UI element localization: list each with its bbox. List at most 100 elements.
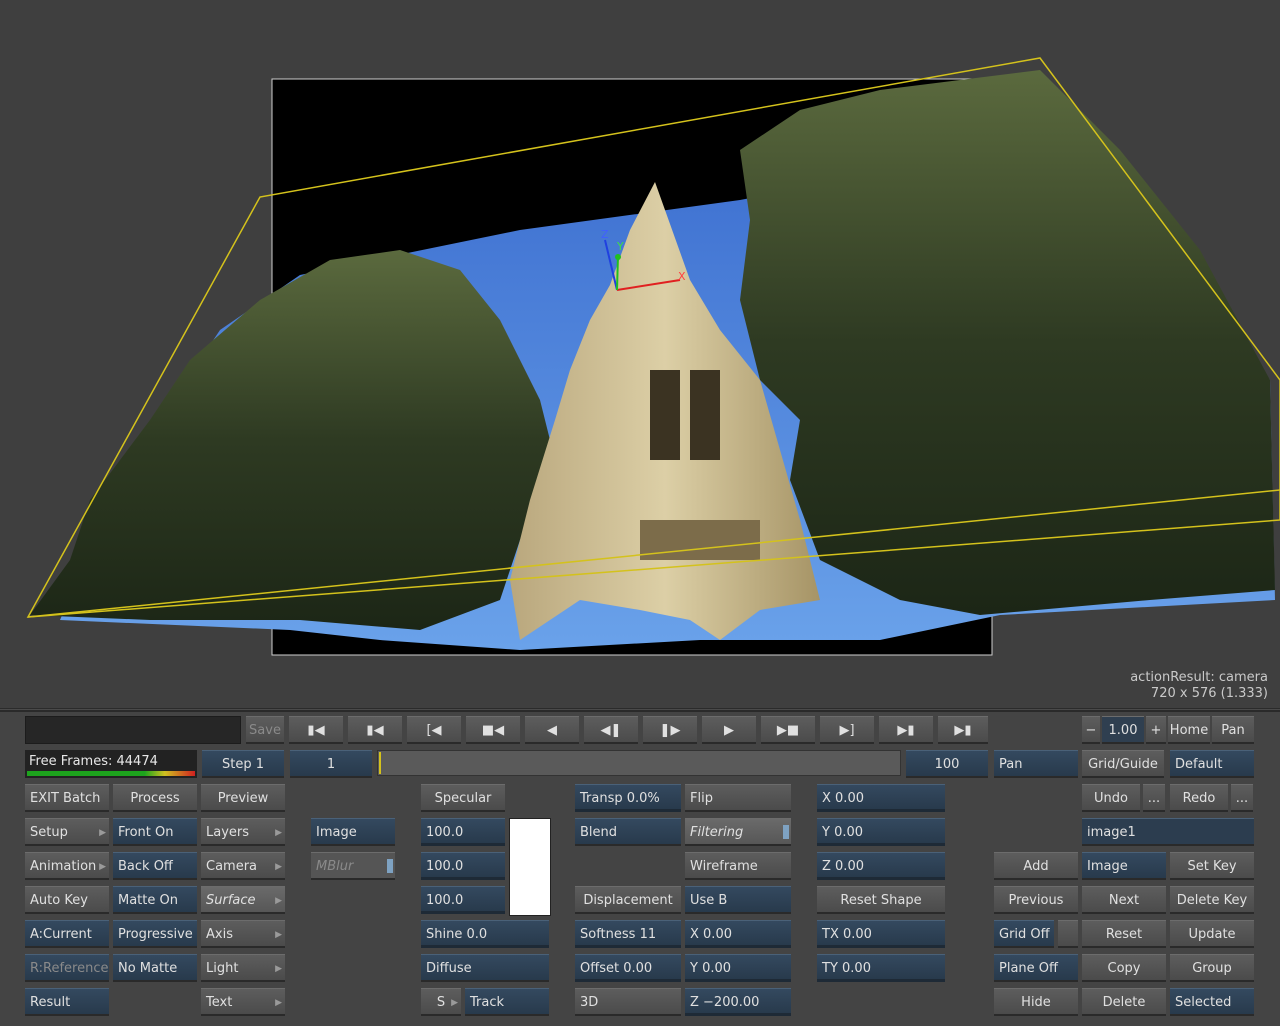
specular-blue-field[interactable]: 100.0 (421, 886, 505, 914)
filtering-button[interactable]: Filtering (685, 818, 791, 846)
transparency-field[interactable]: Transp 0.0% (575, 784, 681, 812)
prev-key-button[interactable]: ▮◀ (348, 716, 402, 744)
play-button[interactable]: ▶ (702, 716, 756, 744)
next-button[interactable]: Next (1082, 886, 1166, 914)
tx-field[interactable]: TX 0.00 (817, 920, 945, 948)
blend-button[interactable]: Blend (575, 818, 681, 846)
grid-toggle[interactable] (1058, 920, 1078, 948)
home-button[interactable]: Home (1168, 716, 1210, 744)
s-button[interactable]: S (421, 988, 461, 1016)
zoom-out-button[interactable]: − (1082, 716, 1100, 744)
r-reference-button[interactable]: R:Reference (25, 954, 109, 982)
rewind-button[interactable]: ■◀ (466, 716, 520, 744)
prev-mark-button[interactable]: [◀ (407, 716, 461, 744)
offset-field[interactable]: Offset 0.00 (575, 954, 681, 982)
softness-field[interactable]: Softness 11 (575, 920, 681, 948)
redo-more-button[interactable]: ... (1231, 784, 1253, 812)
position-y-field[interactable]: Y 0.00 (817, 818, 945, 846)
image-source-button[interactable]: Image (311, 818, 395, 846)
zoom-field[interactable]: 1.00 (1102, 716, 1144, 744)
undo-button[interactable]: Undo (1082, 784, 1140, 812)
back-off-button[interactable]: Back Off (113, 852, 197, 880)
position-z-field[interactable]: Z 0.00 (817, 852, 945, 880)
displacement-x-field[interactable]: X 0.00 (685, 920, 791, 948)
3d-button[interactable]: 3D (575, 988, 681, 1016)
last-frame-button[interactable]: ▶▮ (938, 716, 988, 744)
gizmo-y-label: Y (616, 240, 624, 253)
animation-button[interactable]: Animation (25, 852, 109, 880)
step-back-button[interactable]: ◀❚ (584, 716, 638, 744)
scene-canvas[interactable]: Z Y X (0, 0, 1280, 708)
specular-red-field[interactable]: 100.0 (421, 818, 505, 846)
pan-button[interactable]: Pan (994, 750, 1078, 778)
default-button[interactable]: Default (1170, 750, 1254, 778)
camera-button[interactable]: Camera (201, 852, 285, 880)
surface-button[interactable]: Surface (201, 886, 285, 914)
specular-color-swatch[interactable] (509, 818, 551, 916)
auto-key-button[interactable]: Auto Key (25, 886, 109, 914)
fast-forward-button[interactable]: ▶■ (761, 716, 815, 744)
progressive-button[interactable]: Progressive (113, 920, 197, 948)
axis-button[interactable]: Axis (201, 920, 285, 948)
shine-field[interactable]: Shine 0.0 (421, 920, 549, 948)
result-button[interactable]: Result (25, 988, 109, 1016)
step-button[interactable]: Step 1 (202, 750, 284, 778)
timeline-bar[interactable] (377, 750, 901, 776)
end-frame-field[interactable]: 100 (906, 750, 988, 778)
ty-field[interactable]: TY 0.00 (817, 954, 945, 982)
process-button[interactable]: Process (113, 784, 197, 812)
viewport[interactable]: Z Y X actionResult: camera 720 x 576 (1.… (0, 0, 1280, 709)
hide-button[interactable]: Hide (994, 988, 1078, 1016)
grid-guide-button[interactable]: Grid/Guide (1082, 750, 1164, 778)
step-forward-button[interactable]: ❚▶ (643, 716, 697, 744)
save-button[interactable]: Save (246, 716, 284, 744)
track-button[interactable]: Track (465, 988, 549, 1016)
diffuse-button[interactable]: Diffuse (421, 954, 549, 982)
copy-button[interactable]: Copy (1082, 954, 1166, 982)
selected-button[interactable]: Selected (1170, 988, 1254, 1016)
displacement-button[interactable]: Displacement (575, 886, 681, 914)
reset-button[interactable]: Reset (1082, 920, 1166, 948)
flip-button[interactable]: Flip (685, 784, 791, 812)
plane-off-button[interactable]: Plane Off (994, 954, 1078, 982)
matte-on-button[interactable]: Matte On (113, 886, 197, 914)
position-x-field[interactable]: X 0.00 (817, 784, 945, 812)
a-current-button[interactable]: A:Current (25, 920, 109, 948)
group-button[interactable]: Group (1170, 954, 1254, 982)
mblur-button[interactable]: MBlur (311, 852, 395, 880)
zoom-in-button[interactable]: + (1146, 716, 1166, 744)
displacement-z-field[interactable]: Z −200.00 (685, 988, 791, 1016)
specular-button[interactable]: Specular (421, 784, 505, 812)
timeline-cursor[interactable] (379, 752, 381, 774)
light-button[interactable]: Light (201, 954, 285, 982)
setup-button[interactable]: Setup (25, 818, 109, 846)
use-b-button[interactable]: Use B (685, 886, 791, 914)
node-name-field[interactable]: image1 (1082, 818, 1254, 846)
set-key-button[interactable]: Set Key (1170, 852, 1254, 880)
image-key-button[interactable]: Image (1082, 852, 1166, 880)
reset-shape-button[interactable]: Reset Shape (817, 886, 945, 914)
front-on-button[interactable]: Front On (113, 818, 197, 846)
next-mark-button[interactable]: ▶] (820, 716, 874, 744)
play-reverse-button[interactable]: ◀ (525, 716, 579, 744)
exit-batch-button[interactable]: EXIT Batch (25, 784, 109, 812)
displacement-y-field[interactable]: Y 0.00 (685, 954, 791, 982)
previous-button[interactable]: Previous (994, 886, 1078, 914)
grid-off-button[interactable]: Grid Off (994, 920, 1054, 948)
wireframe-button[interactable]: Wireframe (685, 852, 791, 880)
specular-green-field[interactable]: 100.0 (421, 852, 505, 880)
current-frame-field[interactable]: 1 (290, 750, 372, 778)
undo-more-button[interactable]: ... (1143, 784, 1165, 812)
first-frame-button[interactable]: ▮◀ (289, 716, 343, 744)
redo-button[interactable]: Redo (1170, 784, 1228, 812)
layers-button[interactable]: Layers (201, 818, 285, 846)
delete-key-button[interactable]: Delete Key (1170, 886, 1254, 914)
preview-button[interactable]: Preview (201, 784, 285, 812)
update-button[interactable]: Update (1170, 920, 1254, 948)
next-key-button[interactable]: ▶▮ (879, 716, 933, 744)
no-matte-button[interactable]: No Matte (113, 954, 197, 982)
pan-top-button[interactable]: Pan (1212, 716, 1254, 744)
delete-button[interactable]: Delete (1082, 988, 1166, 1016)
add-button[interactable]: Add (994, 852, 1078, 880)
text-button[interactable]: Text (201, 988, 285, 1016)
